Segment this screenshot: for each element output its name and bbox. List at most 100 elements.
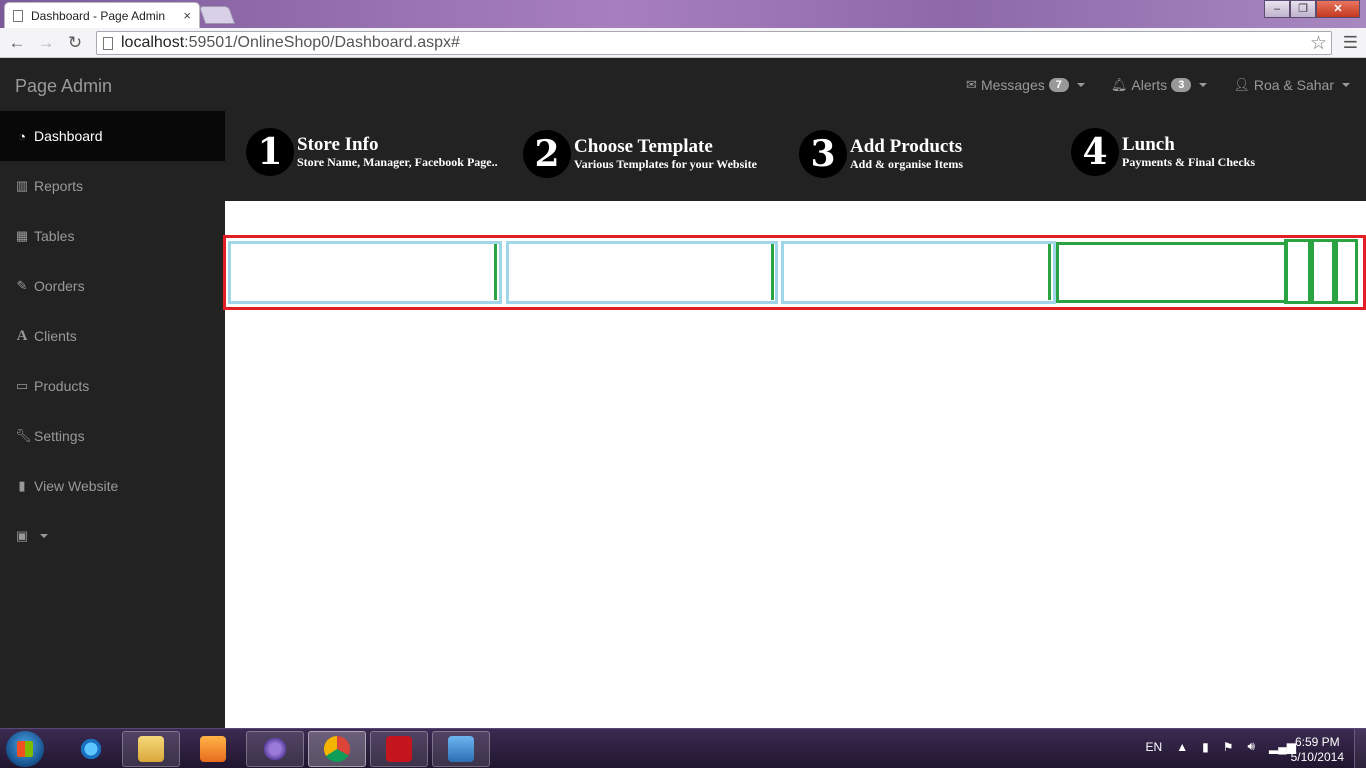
maximize-button[interactable]: ❐	[1290, 0, 1316, 18]
sidebar-item-orders[interactable]: ✎ Oorders	[0, 261, 225, 311]
step-number: 1	[246, 128, 294, 176]
sidebar-item-settings[interactable]: 🔧︎ Settings	[0, 411, 225, 461]
taskbar: EN ▲ ▮ ⚑ 🔊︎ ▂▄▆ 6:59 PM 5/10/2014	[0, 728, 1366, 768]
show-hidden-icons-icon[interactable]: ▲	[1176, 740, 1188, 754]
dashboard-icon: ◔	[18, 128, 26, 144]
step-lunch[interactable]: 4 Lunch Payments & Final Checks	[1071, 128, 1255, 176]
start-button[interactable]	[6, 731, 44, 767]
font-icon: A	[16, 327, 28, 344]
acrobat-icon[interactable]	[370, 731, 428, 767]
sidebar-item-label: Products	[34, 378, 90, 394]
user-label: Roa & Sahar	[1253, 77, 1334, 93]
language-indicator[interactable]: EN	[1146, 740, 1163, 754]
table-icon: ▦	[15, 228, 29, 243]
step-subtitle: Add & organise Items	[850, 157, 963, 171]
volume-icon[interactable]: 🔊︎	[1247, 739, 1255, 754]
navbar-right: ✉ Messages 7 🔔︎ Alerts 3 👤︎ Roa & Sahar	[966, 77, 1350, 93]
explorer-icon[interactable]	[122, 731, 180, 767]
step-box-7	[1335, 239, 1358, 304]
step-subtitle: Various Templates for your Website	[574, 157, 757, 171]
address-bar[interactable]: localhost:59501/OnlineShop0/Dashboard.as…	[96, 31, 1332, 55]
sidebar-item-dashboard[interactable]: ◔ Dashboard	[0, 111, 225, 161]
bell-icon: 🔔︎	[1110, 77, 1128, 92]
sidebar-item-clients[interactable]: A Clients	[0, 311, 225, 361]
messages-dropdown[interactable]: ✉ Messages 7	[966, 77, 1085, 93]
action-center-flag-icon[interactable]: ⚑	[1223, 740, 1234, 754]
browser-toolbar: ← → ↻ localhost:59501/OnlineShop0/Dashbo…	[0, 28, 1366, 58]
forward-icon[interactable]: →	[34, 31, 58, 55]
debug-outline-frame	[223, 235, 1366, 310]
step-title: Lunch	[1122, 134, 1175, 155]
ie-icon[interactable]	[62, 731, 120, 767]
caret-down-icon	[1076, 83, 1085, 87]
caret-down-icon	[1199, 83, 1208, 87]
step-number: 4	[1071, 128, 1119, 176]
tab-close-icon[interactable]: ×	[183, 8, 191, 23]
sidebar-item-reports[interactable]: ▥ Reports	[0, 161, 225, 211]
step-box-1	[228, 241, 502, 304]
desktop-icon: ▭	[15, 378, 29, 393]
messages-label: Messages	[980, 77, 1045, 93]
sidebar-item-label: Clients	[34, 328, 77, 344]
battery-icon[interactable]: ▮	[1202, 740, 1209, 754]
user-dropdown[interactable]: 👤︎ Roa & Sahar	[1233, 77, 1350, 93]
step-add-products[interactable]: 3 Add Products Add & organise Items	[799, 130, 963, 178]
sidebar-dropdown[interactable]: ▣	[0, 511, 225, 561]
caret-down-icon	[40, 534, 48, 538]
step-number: 2	[523, 130, 571, 178]
step-box-divider	[1048, 244, 1051, 300]
step-store-info[interactable]: 1 Store Info Store Name, Manager, Facebo…	[246, 128, 498, 176]
tab-title: Dashboard - Page Admin	[31, 8, 166, 23]
caret-square-down-icon: ▣	[15, 528, 29, 543]
menu-icon[interactable]: ☰	[1343, 33, 1358, 53]
alerts-dropdown[interactable]: 🔔︎ Alerts 3	[1110, 77, 1208, 93]
file-icon: ▮	[18, 478, 26, 493]
step-choose-template[interactable]: 2 Choose Template Various Templates for …	[523, 130, 757, 178]
sidebar-item-label: Dashboard	[34, 128, 103, 144]
chrome-icon[interactable]	[308, 731, 366, 767]
system-tray: EN ▲ ▮ ⚑ 🔊︎ ▂▄▆	[1146, 739, 1296, 754]
url-host: localhost	[121, 34, 185, 51]
clock-time: 6:59 PM	[1294, 735, 1340, 749]
envelope-icon: ✉	[966, 77, 977, 92]
step-title: Store Info	[297, 134, 379, 155]
close-window-button[interactable]: ✕	[1316, 0, 1360, 18]
reload-icon[interactable]: ↻	[63, 31, 87, 55]
step-box-3	[781, 241, 1056, 304]
media-player-icon[interactable]	[184, 731, 242, 767]
bookmark-star-icon[interactable]: ☆	[1310, 32, 1327, 55]
sidebar-item-products[interactable]: ▭ Products	[0, 361, 225, 411]
back-icon[interactable]: ←	[5, 31, 29, 55]
messages-badge: 7	[1048, 78, 1069, 92]
wizard-steps: 1 Store Info Store Name, Manager, Facebo…	[225, 111, 1366, 201]
clock[interactable]: 6:59 PM 5/10/2014	[1291, 735, 1344, 765]
step-box-4	[1056, 242, 1288, 303]
visual-studio-icon[interactable]	[246, 731, 304, 767]
step-box-divider	[494, 244, 497, 300]
url-path: :59501/OnlineShop0/Dashboard.aspx#	[184, 34, 460, 51]
show-desktop-button[interactable]	[1354, 729, 1366, 768]
brand[interactable]: Page Admin	[15, 76, 112, 97]
page-icon	[13, 9, 23, 22]
step-number: 3	[799, 130, 847, 178]
page-icon	[103, 36, 113, 50]
wrench-icon: 🔧︎	[15, 428, 32, 443]
web-page: Page Admin ✉ Messages 7 🔔︎ Alerts 3 👤︎ R…	[0, 58, 1366, 728]
minimize-button[interactable]: –	[1264, 0, 1290, 18]
new-tab-button[interactable]	[198, 6, 236, 24]
sidebar-item-view-website[interactable]: ▮ View Website	[0, 461, 225, 511]
sidebar-item-tables[interactable]: ▦ Tables	[0, 211, 225, 261]
sidebar-item-label: Reports	[34, 178, 84, 194]
step-title: Add Products	[850, 136, 963, 157]
sidebar-item-label: Oorders	[34, 278, 85, 294]
step-box-divider	[771, 244, 774, 300]
step-subtitle: Payments & Final Checks	[1122, 155, 1255, 169]
step-box-6	[1311, 239, 1335, 304]
sidebar-item-label: Settings	[34, 428, 85, 444]
sidebar-item-label: Tables	[34, 228, 75, 244]
step-box-2	[506, 241, 778, 304]
top-navbar: Page Admin ✉ Messages 7 🔔︎ Alerts 3 👤︎ R…	[0, 58, 1366, 111]
browser-tab[interactable]: Dashboard - Page Admin ×	[4, 2, 200, 28]
photo-viewer-icon[interactable]	[432, 731, 490, 767]
step-title: Choose Template	[574, 136, 713, 157]
